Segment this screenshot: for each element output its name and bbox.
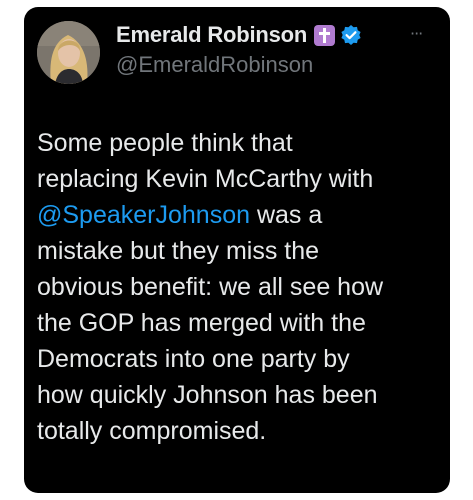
tweet-line: mistake but they miss the (37, 233, 437, 269)
tweet-line: replacing Kevin McCarthy with (37, 161, 437, 197)
tweet-line: how quickly Johnson has been (37, 377, 437, 413)
tweet-line-text: mistake but they miss the (37, 237, 320, 265)
tweet-line: Some people think that (37, 125, 437, 161)
profile-photo-icon (37, 21, 100, 84)
cross-icon (314, 24, 336, 46)
tweet-line-text: obvious benefit: we all see how (37, 273, 384, 301)
author-handle[interactable]: @EmeraldRobinson (116, 52, 313, 78)
tweet-line: obvious benefit: we all see how (37, 269, 437, 305)
tweet-text: Some people think that replacing Kevin Mc… (37, 125, 437, 449)
verified-icon[interactable] (340, 24, 362, 46)
tweet-line-text: Democrats into one party by (37, 345, 350, 373)
tweet-line: the GOP has merged with the (37, 305, 437, 341)
mention-link[interactable]: @SpeakerJohnson (37, 201, 250, 229)
tweet-line-text: totally compromised. (37, 417, 267, 445)
tweet-card[interactable]: Emerald Robinson ··· @EmeraldRobinson So… (24, 7, 450, 493)
tweet-line-text: was a (250, 201, 323, 229)
tweet-line-text: Some people think that (37, 129, 293, 157)
author-name-row: Emerald Robinson (116, 20, 362, 50)
tweet-line: @SpeakerJohnson was a (37, 197, 437, 233)
tweet-line: totally compromised. (37, 413, 437, 449)
tweet-line-text: replacing Kevin McCarthy with (37, 165, 374, 193)
display-name[interactable]: Emerald Robinson (116, 22, 307, 48)
tweet-line: Democrats into one party by (37, 341, 437, 377)
tweet-line-text: how quickly Johnson has been (37, 381, 378, 409)
avatar[interactable] (37, 21, 100, 84)
more-options-icon[interactable]: ··· (410, 24, 423, 43)
tweet-line-text: the GOP has merged with the (37, 309, 366, 337)
